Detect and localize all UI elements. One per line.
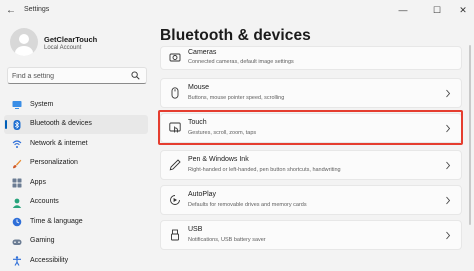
globe-clock-icon: [12, 217, 22, 227]
sidebar-item-bluetooth[interactable]: Bluetooth & devices: [4, 114, 148, 134]
sidebar-item-label: Bluetooth & devices: [30, 120, 92, 127]
app-title: Settings: [24, 6, 50, 13]
card-title: AutoPlay: [188, 191, 217, 198]
sidebar-item-label: Time & language: [30, 217, 83, 225]
card-description: Notifications, USB battery saver: [188, 237, 266, 243]
sidebar-item-accounts[interactable]: Accounts: [4, 193, 148, 213]
chevron-right-icon: [446, 161, 451, 170]
sidebar-item-label: Network & internet: [30, 139, 88, 147]
maximize-button[interactable]: ☐: [430, 3, 444, 17]
chevron-right-icon: [446, 231, 451, 240]
sidebar-item-time-language[interactable]: Time & language: [4, 212, 148, 232]
settings-card-mouse[interactable]: Mouse Buttons, mouse pointer speed, scro…: [160, 78, 462, 108]
sidebar-item-personalization[interactable]: Personalization: [4, 154, 148, 174]
card-description: Connected cameras, default image setting…: [188, 59, 294, 65]
sidebar-item-label: System: [30, 100, 54, 108]
mouse-icon: [171, 87, 179, 99]
usb-icon: [171, 229, 179, 241]
search-icon[interactable]: [131, 71, 140, 80]
sidebar-item-network[interactable]: Network & internet: [4, 134, 148, 154]
back-arrow-icon[interactable]: ←: [6, 5, 18, 17]
search-input[interactable]: [12, 71, 124, 81]
user-profile[interactable]: GetClearTouch Local Account: [10, 28, 150, 58]
sidebar-item-label: Apps: [30, 178, 46, 186]
user-name: GetClearTouch: [44, 35, 98, 44]
close-button[interactable]: ✕: [456, 3, 470, 17]
apps-icon: [12, 178, 22, 188]
settings-card-pen[interactable]: Pen & Windows Ink Right-handed or left-h…: [160, 150, 462, 180]
title-bar: ← Settings — ☐ ✕: [0, 0, 474, 22]
pen-icon: [169, 159, 181, 171]
card-title: Cameras: [188, 49, 217, 56]
card-title: Mouse: [188, 84, 210, 91]
minimize-button[interactable]: —: [396, 3, 410, 17]
sidebar-item-label: Accessibility: [30, 256, 69, 264]
bluetooth-icon: [13, 119, 21, 130]
wifi-icon: [12, 140, 22, 148]
account-type: Local Account: [44, 45, 82, 51]
sidebar-item-accessibility[interactable]: Accessibility: [4, 251, 148, 271]
gamepad-icon: [12, 239, 22, 245]
sidebar-item-apps[interactable]: Apps: [4, 173, 148, 193]
scrollbar[interactable]: [469, 45, 471, 225]
sidebar-item-label: Personalization: [30, 159, 78, 166]
card-description: Buttons, mouse pointer speed, scrolling: [188, 95, 285, 101]
card-description: Right-handed or left-handed, pen button …: [188, 167, 341, 173]
monitor-icon: [12, 101, 22, 109]
camera-icon: [169, 53, 181, 62]
sidebar-item-label: Gaming: [30, 237, 55, 244]
sidebar-item-system[interactable]: System: [4, 95, 148, 115]
chevron-right-icon: [446, 89, 451, 98]
sidebar-item-label: Accounts: [30, 198, 59, 205]
chevron-right-icon: [446, 196, 451, 205]
page-title: Bluetooth & devices: [160, 27, 311, 44]
search-field[interactable]: [7, 67, 147, 84]
card-description: Defaults for removable drives and memory…: [188, 202, 307, 208]
card-title: USB: [188, 226, 203, 233]
accessibility-icon: [13, 256, 21, 266]
touch-highlight-box: [158, 110, 463, 145]
settings-card-autoplay[interactable]: AutoPlay Defaults for removable drives a…: [160, 185, 462, 215]
sidebar-nav: System Bluetooth & devices Network & int…: [4, 95, 148, 271]
avatar: [10, 28, 38, 56]
settings-card-usb[interactable]: USB Notifications, USB battery saver: [160, 220, 462, 250]
card-title: Pen & Windows Ink: [188, 156, 249, 163]
paintbrush-icon: [13, 159, 22, 168]
person-icon: [12, 198, 22, 208]
settings-card-cameras[interactable]: Cameras Connected cameras, default image…: [160, 46, 462, 70]
autoplay-icon: [170, 195, 180, 205]
sidebar-item-gaming[interactable]: Gaming: [4, 232, 148, 252]
